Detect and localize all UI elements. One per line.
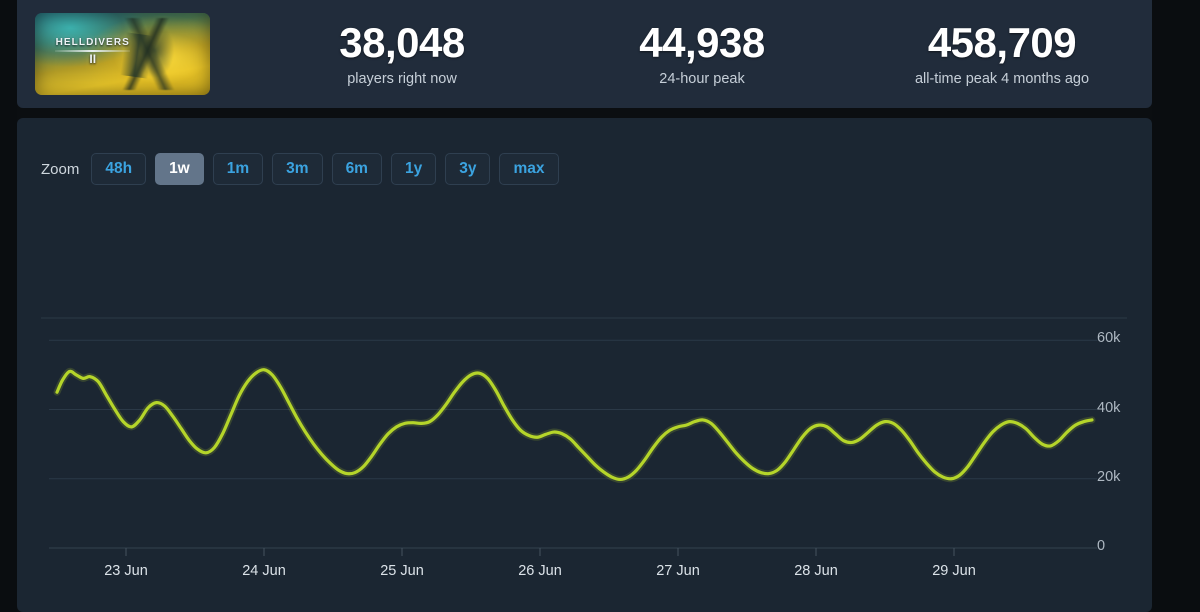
left-letterbox-strip	[0, 0, 17, 612]
y-axis-tick-label: 60k	[1097, 330, 1121, 347]
game-banner-image[interactable]: HELLDIVERS II	[35, 13, 210, 95]
x-axis-tick-label: 25 Jun	[380, 563, 424, 579]
chart-panel: SteamDB.info Zoom 48h1w1m3m6m1y3ymax 23 …	[17, 118, 1152, 612]
stats-header-panel: HELLDIVERS II 38,048 players right now 4…	[17, 0, 1152, 108]
y-axis-tick-label: 0	[1097, 538, 1106, 554]
x-axis-tick-label: 28 Jun	[794, 563, 838, 579]
stat-label: all-time peak 4 months ago	[914, 70, 1090, 87]
x-axis-tick-label: 26 Jun	[518, 563, 562, 579]
game-logo: HELLDIVERS II	[47, 36, 138, 67]
stat-value: 44,938	[639, 19, 765, 67]
x-axis-tick-label: 23 Jun	[104, 563, 148, 579]
x-axis-tick-label: 29 Jun	[932, 563, 976, 579]
players-line	[55, 368, 1094, 482]
steamdb-chart-page: HELLDIVERS II 38,048 players right now 4…	[0, 0, 1200, 612]
game-title-line2: II	[89, 52, 97, 67]
stat-24-hour-peak: 44,938 24-hour peak	[552, 19, 852, 87]
stat-players-right-now: 38,048 players right now	[252, 19, 552, 87]
plot-area: 23 Jun 24 Jun 25 Jun 26 Jun 27 Jun 28 Jun 29 J…	[17, 118, 1152, 612]
stat-label: players right now	[347, 70, 457, 87]
stat-value: 38,048	[339, 19, 465, 67]
players-line-chart	[41, 317, 1127, 556]
stat-value: 458,709	[927, 19, 1077, 67]
game-banner-wrapper[interactable]: HELLDIVERS II	[35, 13, 210, 95]
stat-label: 24-hour peak	[659, 70, 745, 87]
x-axis-tick-label: 24 Jun	[242, 563, 286, 579]
stat-all-time-peak: 458,709 all-time peak 4 months ago	[852, 19, 1152, 87]
players-line-glow	[53, 366, 1096, 483]
game-title-line1: HELLDIVERS	[55, 36, 130, 48]
stats-group: 38,048 players right now 44,938 24-hour …	[210, 19, 1152, 87]
right-letterbox-strip	[1152, 0, 1200, 612]
y-axis-tick-label: 40k	[1097, 399, 1121, 416]
y-axis-tick-label: 20k	[1097, 468, 1121, 485]
x-axis-tick-label: 27 Jun	[656, 563, 700, 579]
